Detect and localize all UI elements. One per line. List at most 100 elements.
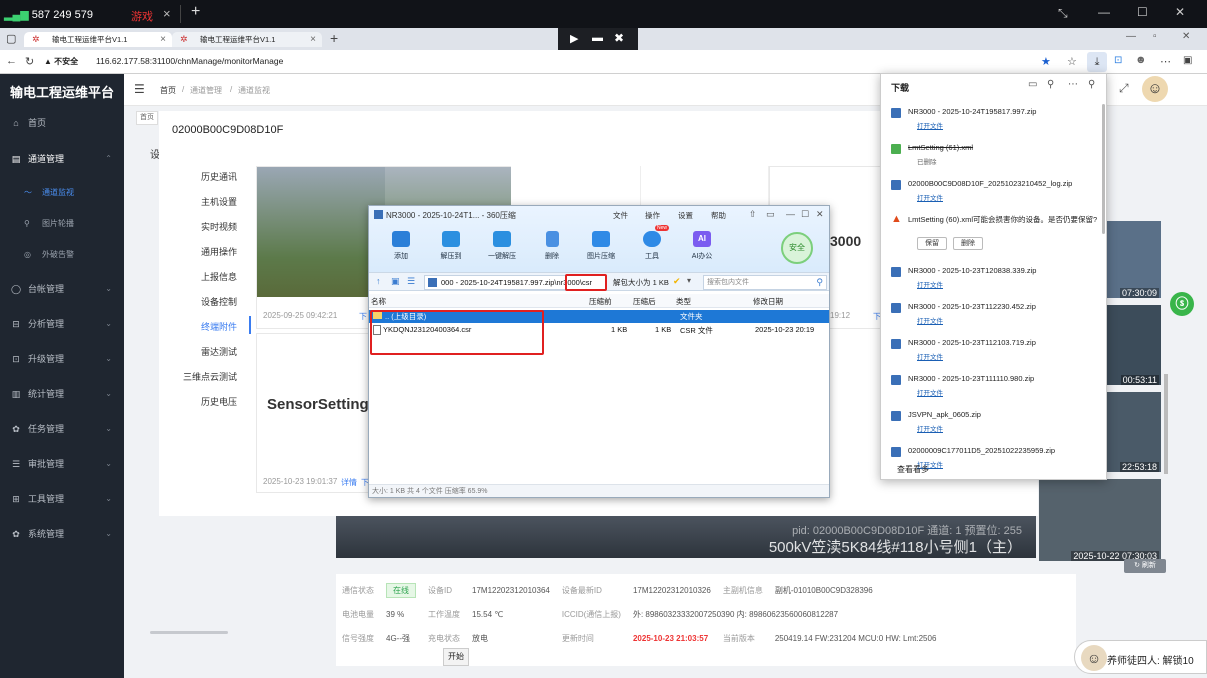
sidebar-item-tools[interactable]: ⊞ 工具管理 ⌄ bbox=[0, 482, 124, 516]
detail-link[interactable]: 详情 bbox=[341, 477, 357, 488]
image-compress-button[interactable]: 图片压缩 bbox=[580, 231, 622, 261]
profile-icon[interactable]: ☻ bbox=[1135, 54, 1147, 66]
sidebar-item-ledger[interactable]: ◯ 台帐管理 ⌄ bbox=[0, 272, 124, 306]
download-link[interactable]: 下 bbox=[359, 311, 367, 322]
pin-icon[interactable]: ⚲ bbox=[1088, 79, 1095, 90]
see-more-link[interactable]: 查看看多 bbox=[897, 464, 929, 475]
sidebar-item-carousel[interactable]: ⚲ 图片轮播 bbox=[0, 211, 124, 237]
minimize-icon[interactable]: — bbox=[1126, 31, 1136, 42]
modal-menu-general-ops[interactable]: 通用操作 bbox=[147, 245, 237, 258]
delete-button[interactable]: 删除 bbox=[953, 237, 983, 250]
new-tab-button[interactable]: + bbox=[330, 30, 338, 46]
modal-menu-pointcloud-test[interactable]: 三维点云测试 bbox=[147, 370, 237, 383]
refresh-button[interactable]: ↻ 刷新 bbox=[1124, 559, 1166, 573]
modal-menu-device-control[interactable]: 设备控制 bbox=[147, 295, 237, 308]
delete-button[interactable]: 删除 bbox=[531, 231, 573, 261]
sidebar-toggle-icon[interactable]: ▣ bbox=[1183, 55, 1192, 66]
thumbnail[interactable]: 2025-10-22 07:30:03 bbox=[1039, 479, 1161, 561]
download-item[interactable]: NR3000 - 2025-10-23T120838.339.zip 打开文件 bbox=[891, 264, 1101, 298]
col-date[interactable]: 修改日期 bbox=[753, 296, 783, 307]
fullscreen-icon[interactable]: ⤢ bbox=[1119, 81, 1129, 96]
close-window-icon[interactable]: ✕ bbox=[1175, 5, 1185, 19]
keep-button[interactable]: 保留 bbox=[917, 237, 947, 250]
one-click-extract-button[interactable]: 一键解压 bbox=[481, 231, 523, 261]
tab-close-icon[interactable]: × bbox=[310, 32, 316, 47]
modal-menu-report-info[interactable]: 上报信息 bbox=[147, 270, 237, 283]
open-file-link[interactable]: 打开文件 bbox=[917, 120, 943, 130]
open-file-link[interactable]: 打开文件 bbox=[917, 315, 943, 325]
download-item[interactable]: NR3000 - 2025-10-24T195817.997.zip 打开文件 bbox=[891, 105, 1101, 139]
zip-menu-help[interactable]: 帮助 bbox=[711, 210, 726, 221]
plus-icon[interactable]: + bbox=[191, 3, 200, 21]
download-item[interactable]: NR3000 - 2025-10-23T112230.452.zip 打开文件 bbox=[891, 300, 1101, 334]
breadcrumb-channel[interactable]: 通道管理 bbox=[190, 85, 222, 96]
page-tab-home[interactable]: 首页 bbox=[136, 111, 158, 125]
security-shield-icon[interactable]: 安全 bbox=[781, 232, 813, 264]
modal-menu-host-settings[interactable]: 主机设置 bbox=[147, 195, 237, 208]
close-icon[interactable]: × bbox=[163, 6, 171, 21]
reload-icon[interactable]: ↻ bbox=[25, 55, 34, 68]
download-button[interactable]: ⤓ bbox=[1087, 52, 1107, 72]
cursor-icon[interactable]: ▶ bbox=[570, 32, 578, 45]
keyboard-icon[interactable]: ▬ bbox=[592, 32, 603, 44]
up-icon[interactable]: ↑ bbox=[376, 276, 381, 286]
download-item[interactable]: JSVPN_apk_0605.zip 打开文件 bbox=[891, 408, 1101, 442]
tab-platform-1[interactable]: ✲ 输电工程运维平台V1.1 × bbox=[24, 32, 172, 47]
zip-menu-file[interactable]: 文件 bbox=[613, 210, 628, 221]
sidebar-item-task[interactable]: ✿ 任务管理 ⌄ bbox=[0, 412, 124, 446]
tab-platform-2[interactable]: ✲ 输电工程运维平台V1.1 × bbox=[172, 32, 322, 47]
col-before[interactable]: 压缩前 bbox=[589, 296, 612, 307]
minimize-icon[interactable]: — bbox=[786, 209, 795, 219]
security-label[interactable]: ▲ 不安全 bbox=[44, 56, 78, 67]
open-file-link[interactable]: 打开文件 bbox=[917, 387, 943, 397]
open-file-link[interactable]: 打开文件 bbox=[917, 279, 943, 289]
open-file-link[interactable]: 打开文件 bbox=[917, 192, 943, 202]
modal-menu-history-voltage[interactable]: 历史电压 bbox=[147, 395, 237, 408]
modal-menu-terminal-attachment[interactable]: 终端附件 bbox=[147, 320, 237, 333]
tab-overview-icon[interactable]: ▢ bbox=[6, 32, 16, 45]
breadcrumb-home[interactable]: 首页 bbox=[160, 85, 176, 96]
menu-icon[interactable]: ☰ bbox=[134, 82, 145, 96]
star-icon[interactable]: ★ bbox=[1041, 55, 1051, 68]
floating-assistant-icon[interactable]: ⓢ bbox=[1170, 292, 1194, 316]
sidebar-item-channel[interactable]: ▤ 通道管理 ⌃ bbox=[0, 142, 124, 176]
sidebar-item-analysis[interactable]: ⊟ 分析管理 ⌄ bbox=[0, 307, 124, 341]
game-tab-label[interactable]: 游戏 bbox=[131, 8, 153, 24]
page-scrollbar[interactable] bbox=[1164, 374, 1168, 474]
tools-button[interactable]: 工具 New bbox=[631, 225, 673, 261]
chat-popup[interactable]: ☺ 养师徒四人: 解锁10 bbox=[1074, 640, 1207, 674]
maximize-icon[interactable]: ▫ bbox=[1153, 31, 1157, 42]
sidebar-item-stats[interactable]: ▥ 统计管理 ⌄ bbox=[0, 377, 124, 411]
sidebar-item-approval[interactable]: ☰ 审批管理 ⌄ bbox=[0, 447, 124, 481]
avatar[interactable]: ☺ bbox=[1142, 76, 1168, 102]
more-icon[interactable]: ⋯ bbox=[1160, 55, 1171, 68]
ai-office-button[interactable]: AI AI办公 bbox=[681, 231, 723, 261]
url-field[interactable]: 116.62.177.58:31100/chnManage/monitorMan… bbox=[96, 56, 283, 66]
col-after[interactable]: 压缩后 bbox=[633, 296, 656, 307]
view-icon[interactable]: ▣ bbox=[391, 276, 400, 287]
sidebar-item-monitor[interactable]: 〜通道监视 bbox=[0, 180, 124, 206]
skin-icon[interactable]: ⇧ bbox=[749, 209, 757, 220]
more-icon[interactable]: ⋯ bbox=[1068, 79, 1078, 90]
download-item[interactable]: 02000B00C9D08D10F_20251023210452_log.zip… bbox=[891, 177, 1101, 211]
close-icon[interactable]: ✕ bbox=[816, 209, 824, 220]
search-icon[interactable]: ⚲ bbox=[1047, 79, 1054, 90]
extension-icon[interactable]: ⊡ bbox=[1114, 55, 1122, 66]
sidebar-item-alarm[interactable]: ◎ 外破告警 bbox=[0, 242, 124, 268]
maximize-icon[interactable]: ☐ bbox=[1137, 5, 1148, 19]
download-item-warning[interactable]: ▲ LmtSetting (60).xml可能会损害你的设备。是否仍要保留? 保… bbox=[891, 213, 1101, 257]
back-icon[interactable]: ← bbox=[6, 55, 17, 67]
close-icon[interactable]: ✕ bbox=[1182, 31, 1190, 42]
message-icon[interactable]: ▭ bbox=[766, 209, 775, 220]
zip-search-input[interactable]: 搜索包内文件 ⚲ bbox=[703, 275, 827, 290]
list-icon[interactable]: ☰ bbox=[407, 276, 415, 287]
downloads-scrollbar[interactable] bbox=[1102, 104, 1105, 234]
sidebar-item-home[interactable]: ⌂ 首页 bbox=[0, 106, 124, 140]
download-item[interactable]: NR3000 - 2025-10-23T111110.980.zip 打开文件 bbox=[891, 372, 1101, 406]
favorites-icon[interactable]: ☆ bbox=[1067, 55, 1077, 68]
modal-menu-radar-test[interactable]: 雷达测试 bbox=[147, 345, 237, 358]
modal-menu-history-comm[interactable]: 历史通讯 bbox=[147, 170, 237, 183]
sidebar-item-system[interactable]: ✿ 系统管理 ⌄ bbox=[0, 517, 124, 551]
col-name[interactable]: 名称 bbox=[371, 296, 386, 307]
horizontal-scrollbar[interactable] bbox=[150, 631, 228, 634]
